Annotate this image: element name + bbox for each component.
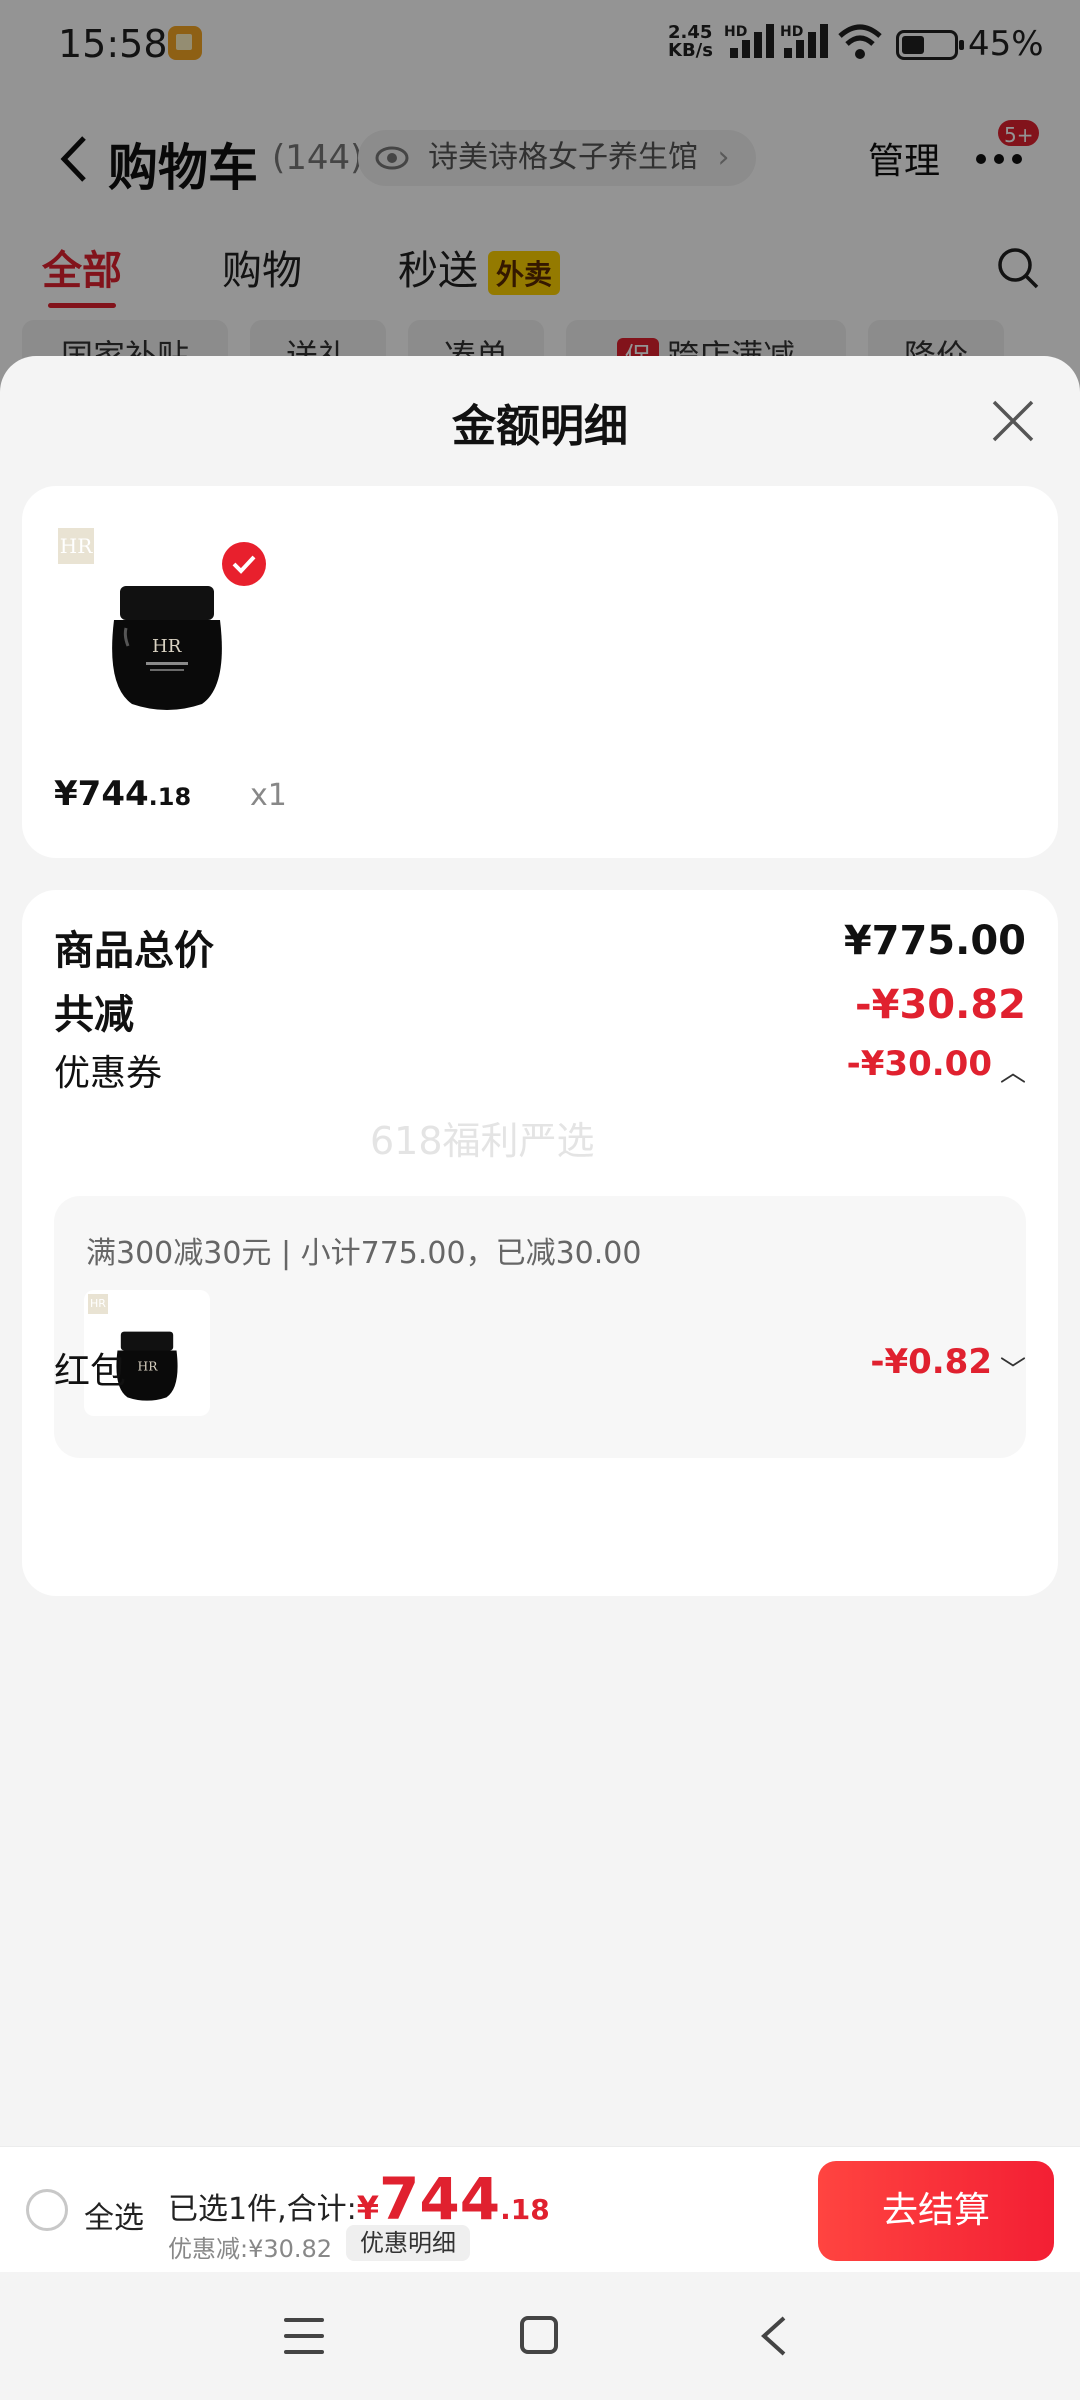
total-reduce-label: 共减 [54,992,134,1038]
total-price-value: ¥775.00 [843,918,1026,964]
coupon-detail-text: 满300减30元 | 小计775.00，已减30.00 [86,1236,642,1271]
sheet-title: 金额明细 [452,401,628,452]
checkout-bar: 全选 已选1件,合计:¥744.18 优惠减:¥30.82 优惠明细 去结算 [0,2146,1080,2272]
amount-detail-sheet: 金额明细 HR HR ¥744.18 x1 商品总价 ¥775.00 共减 -¥… [0,356,1080,2400]
total-amount-dec: .18 [500,2193,550,2226]
campaign-watermark: 618福利严选 [370,1119,595,1163]
product-quantity: x1 [250,778,287,813]
chevron-up-icon: ︿ [999,1058,1026,1088]
product-card: HR HR ¥744.18 x1 [22,486,1058,858]
product-price-dec: .18 [148,783,192,811]
product-image[interactable]: HR [102,576,232,716]
check-icon[interactable] [222,542,266,586]
selected-total: 已选1件,合计:¥744.18 [168,2165,550,2233]
total-price-label: 商品总价 [54,928,214,974]
home-icon[interactable] [520,2316,558,2354]
close-icon[interactable] [990,398,1036,444]
svg-text:HR: HR [152,636,182,657]
red-packet-value-group: -¥0.82 ﹀ [870,1342,1026,1387]
selected-prefix: 已选1件,合计: [168,2192,357,2227]
menu-icon[interactable] [284,2318,324,2354]
select-all-label[interactable]: 全选 [84,2193,144,2237]
total-currency: ¥ [356,2189,379,2227]
price-summary-card: 商品总价 ¥775.00 共减 -¥30.82 优惠券 -¥30.00 ︿ 满30… [22,890,1058,1596]
coupon-label: 优惠券 [54,1053,163,1094]
product-price-int: ¥744 [54,774,149,814]
checkout-button[interactable]: 去结算 [818,2161,1054,2261]
coupon-value: -¥30.00 [846,1044,992,1084]
discount-detail-button[interactable]: 优惠明细 [346,2225,470,2261]
red-packet-row[interactable]: 红包 -¥0.82 ﹀ [54,1342,1026,1402]
discount-amount: 优惠减:¥30.82 [168,2235,333,2263]
total-price-row: 商品总价 ¥775.00 [54,918,1026,978]
product-price: ¥744.18 [54,774,191,814]
red-packet-label: 红包 [54,1351,127,1392]
total-amount-int: 744 [379,2165,501,2233]
brand-logo-small: HR [88,1294,108,1314]
back-icon[interactable] [758,2314,788,2358]
coupon-detail-box: 满300减30元 | 小计775.00，已减30.00 HR HR [54,1196,1026,1458]
coupon-row[interactable]: 优惠券 -¥30.00 ︿ [54,1044,1026,1104]
coupon-value-group: -¥30.00 ︿ [847,1044,1026,1089]
red-packet-value: -¥0.82 [870,1342,992,1382]
total-reduce-value: -¥30.82 [855,982,1026,1028]
system-navigation-bar [0,2274,1080,2400]
brand-logo: HR [58,528,94,564]
total-reduce-row: 共减 -¥30.82 [54,982,1026,1042]
chevron-down-icon: ﹀ [999,1356,1026,1386]
select-all-radio[interactable] [26,2189,68,2231]
